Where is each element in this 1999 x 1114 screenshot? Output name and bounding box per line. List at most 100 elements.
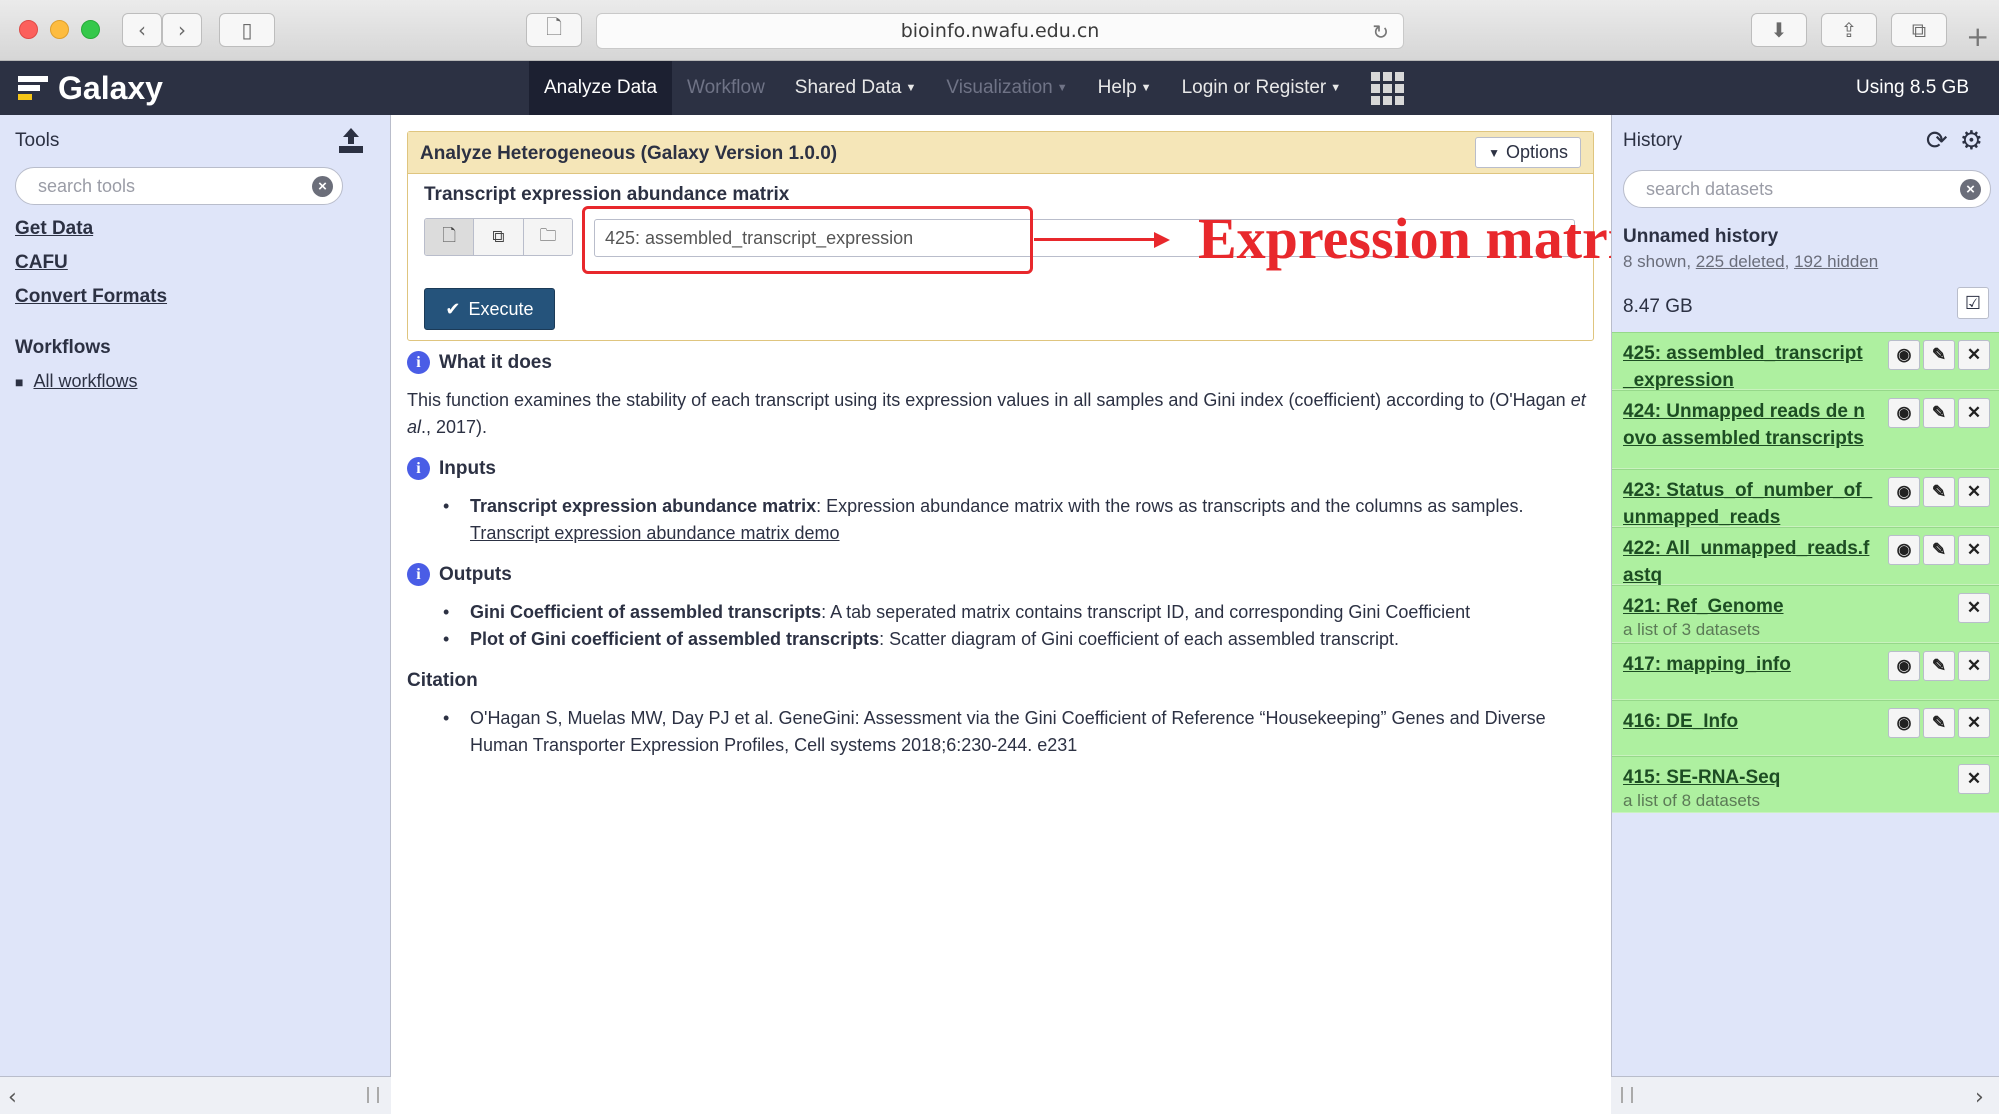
share-button[interactable]: ⇪ [1821,13,1877,47]
annotation-label: Expression matrix [1198,206,1653,271]
list-item: Plot of Gini coefficient of assembled tr… [407,626,1470,653]
dataset-title[interactable]: 417: mapping_info [1623,651,1873,678]
history-dataset[interactable]: 425: assembled_transcript_expression ◉ ✎ ✕ [1612,332,1999,391]
search-tools-placeholder: search tools [38,175,136,196]
history-dataset[interactable]: 423: Status_of_number_of_unmapped_reads … [1612,469,1999,528]
sidebar-toggle-button[interactable]: ▯ [219,13,275,47]
all-workflows-link[interactable]: All workflows [33,371,137,391]
reload-icon[interactable]: ↻ [1372,20,1389,44]
nav-label: Analyze Data [544,77,658,98]
history-dataset[interactable]: 416: DE_Info ◉ ✎ ✕ [1612,700,1999,756]
nav-visualization[interactable]: Visualization ▼ [931,61,1082,115]
history-dataset[interactable]: 424: Unmapped reads de novo assembled tr… [1612,390,1999,469]
list-item: O'Hagan S, Muelas MW, Day PJ et al. Gene… [407,705,1587,759]
zoom-window-button[interactable] [81,20,100,39]
history-dataset[interactable]: 417: mapping_info ◉ ✎ ✕ [1612,643,1999,700]
delete-icon[interactable]: ✕ [1958,764,1990,794]
reader-button[interactable]: 🗋 [526,13,582,47]
eye-icon[interactable]: ◉ [1888,651,1920,681]
eye-icon[interactable]: ◉ [1888,340,1920,370]
galaxy-brand[interactable]: Galaxy [18,69,163,107]
nav-help[interactable]: Help ▼ [1083,61,1167,115]
clear-search-icon[interactable]: × [312,176,333,197]
eye-icon[interactable]: ◉ [1888,477,1920,507]
dataset-subtitle: a list of 3 datasets [1623,620,1761,639]
downloads-button[interactable]: ⬇ [1751,13,1807,47]
delete-icon[interactable]: ✕ [1958,535,1990,565]
nav-shared-data[interactable]: Shared Data ▼ [780,61,932,115]
dataset-title[interactable]: 425: assembled_transcript_expression [1623,340,1873,394]
nav-apps-grid[interactable] [1356,61,1422,115]
back-button[interactable]: ‹ [122,13,162,47]
resize-handle-icon[interactable] [367,1087,379,1103]
collapse-right-icon[interactable]: › [1975,1085,1984,1110]
dataset-title[interactable]: 424: Unmapped reads de novo assembled tr… [1623,398,1873,452]
pencil-icon[interactable]: ✎ [1923,535,1955,565]
tool-section-convert-formats[interactable]: Convert Formats [15,286,167,308]
clear-search-icon[interactable]: × [1960,179,1981,200]
list-item: Gini Coefficient of assembled transcript… [407,599,1470,626]
history-dataset[interactable]: 422: All_unmapped_reads.fastq ◉ ✎ ✕ [1612,527,1999,586]
delete-icon[interactable]: ✕ [1958,708,1990,738]
delete-icon[interactable]: ✕ [1958,398,1990,428]
history-name[interactable]: Unnamed history [1623,226,1778,248]
pencil-icon[interactable]: ✎ [1923,477,1955,507]
pencil-icon[interactable]: ✎ [1923,340,1955,370]
chevron-right-icon: › [178,18,186,42]
tool-section-cafu[interactable]: CAFU [15,252,68,274]
dataset-subtitle: a list of 8 datasets [1623,791,1761,810]
list-item: Transcript expression abundance matrix: … [407,493,1587,547]
execute-button[interactable]: ✔ Execute [424,288,555,330]
quota-usage[interactable]: Using 8.5 GB [1856,77,1969,99]
nav-login-register[interactable]: Login or Register ▼ [1167,61,1357,115]
collapse-left-icon[interactable]: ‹ [8,1085,17,1110]
tabs-button[interactable]: ⧉ [1891,13,1947,47]
eye-icon[interactable]: ◉ [1888,708,1920,738]
dataset-title[interactable]: 421: Ref_Genome [1623,593,1873,620]
input-mode-buttons: 🗋 ⧉ 🗀 [424,218,573,256]
nav-workflow[interactable]: Workflow [672,61,780,115]
close-window-button[interactable] [19,20,38,39]
eye-icon[interactable]: ◉ [1888,535,1920,565]
dataset-title[interactable]: 416: DE_Info [1623,708,1873,735]
resize-handle-icon[interactable] [1621,1087,1633,1103]
search-tools-input[interactable]: search tools × [15,167,343,205]
url-bar[interactable]: bioinfo.nwafu.edu.cn ↻ [596,13,1404,49]
tool-form-header: Analyze Heterogeneous (Galaxy Version 1.… [408,132,1593,174]
tool-title: Analyze Heterogeneous (Galaxy Version 1.… [420,143,838,164]
select-datasets-button[interactable]: ☑ [1957,287,1989,319]
item-text: : Scatter diagram of Gini coefficient of… [879,629,1399,649]
history-collection[interactable]: 415: SE-RNA-Seq a list of 8 datasets ✕ [1612,756,1999,813]
deleted-link[interactable]: 225 deleted [1696,252,1785,271]
delete-icon[interactable]: ✕ [1958,340,1990,370]
hidden-link[interactable]: 192 hidden [1794,252,1878,271]
tools-panel-title: Tools [15,130,60,151]
forward-button[interactable]: › [162,13,202,47]
tool-section-get-data[interactable]: Get Data [15,218,93,240]
dataset-collection-button[interactable]: 🗀 [523,219,572,255]
upload-icon[interactable] [336,125,366,155]
pencil-icon[interactable]: ✎ [1923,398,1955,428]
history-collection[interactable]: 421: Ref_Genome a list of 3 datasets ✕ [1612,585,1999,643]
pencil-icon[interactable]: ✎ [1923,651,1955,681]
delete-icon[interactable]: ✕ [1958,477,1990,507]
dataset-title[interactable]: 423: Status_of_number_of_unmapped_reads [1623,477,1873,531]
search-datasets-input[interactable]: search datasets × [1623,170,1991,208]
gear-icon[interactable]: ⚙ [1960,125,1983,156]
options-button[interactable]: ▼ Options [1475,137,1581,168]
nav-analyze-data[interactable]: Analyze Data [529,61,673,115]
history-size: 8.47 GB [1623,296,1693,317]
minimize-window-button[interactable] [50,20,69,39]
dataset-title[interactable]: 422: All_unmapped_reads.fastq [1623,535,1873,589]
delete-icon[interactable]: ✕ [1958,593,1990,623]
new-tab-icon[interactable]: + [1966,20,1989,53]
pencil-icon[interactable]: ✎ [1923,708,1955,738]
demo-link[interactable]: Transcript expression abundance matrix d… [470,523,840,543]
dataset-buttons: ◉ ✎ ✕ [1888,535,1990,565]
multiple-datasets-button[interactable]: ⧉ [474,219,524,255]
refresh-icon[interactable]: ⟳ [1926,125,1948,156]
delete-icon[interactable]: ✕ [1958,651,1990,681]
dataset-title[interactable]: 415: SE-RNA-Seq [1623,764,1873,791]
single-dataset-button[interactable]: 🗋 [425,219,475,255]
eye-icon[interactable]: ◉ [1888,398,1920,428]
